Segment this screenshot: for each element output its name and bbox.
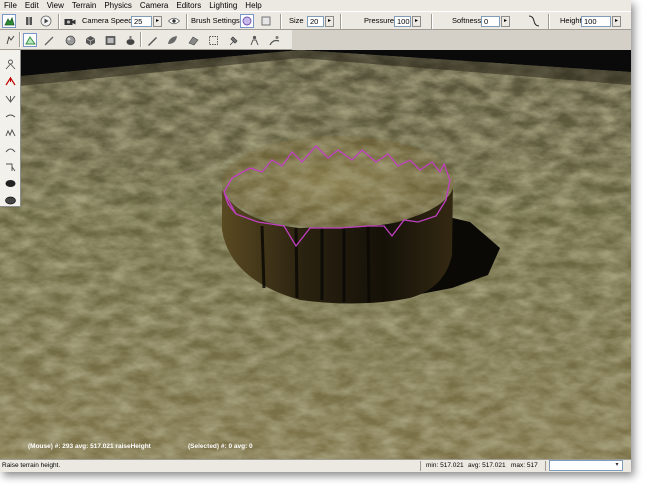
status-dropdown[interactable]: ▾ (549, 460, 623, 471)
shape-icon[interactable] (145, 33, 159, 47)
character-icon[interactable] (247, 33, 261, 47)
height-input[interactable]: 100 (581, 16, 611, 27)
world-editor-window: File Edit View Terrain Physics Camera Ed… (0, 0, 631, 472)
toolbar-separator (186, 14, 188, 29)
tools-toolbar (0, 30, 292, 50)
menu-help[interactable]: Help (241, 0, 265, 11)
paint-brush-icon[interactable] (42, 33, 56, 47)
pressure-label: Pressure (364, 16, 395, 25)
raise-height-icon[interactable] (3, 74, 17, 88)
menu-terrain[interactable]: Terrain (68, 0, 100, 11)
toolbar-separator (58, 14, 60, 29)
height-spin-button[interactable]: ▸ (612, 16, 621, 27)
softness-label: Softness (452, 16, 482, 25)
menu-view[interactable]: View (43, 0, 68, 11)
play-icon[interactable] (39, 14, 53, 28)
terrain-editor-icon[interactable] (23, 33, 37, 47)
pressure-input[interactable]: 100 (394, 16, 411, 27)
status-divider (545, 461, 546, 471)
status-divider (420, 461, 421, 471)
grab-icon[interactable] (3, 57, 17, 71)
camera-speed-label: Camera Speed (82, 16, 133, 25)
circle-brush-icon[interactable] (240, 14, 254, 28)
eye-icon[interactable] (167, 14, 181, 28)
sphere-icon[interactable] (63, 33, 77, 47)
pause-icon[interactable] (22, 14, 36, 28)
terrain-tool-palette (0, 50, 21, 207)
cube-icon[interactable] (83, 33, 97, 47)
noise-icon[interactable] (3, 125, 17, 139)
toolbar-separator (340, 14, 342, 29)
status-min: min: 517.021 (426, 462, 464, 469)
softness-spin-button[interactable]: ▸ (501, 16, 510, 27)
brush-settings-label: Brush Settings (191, 16, 240, 25)
status-bar: Raise terrain height. min: 517.021 avg: … (0, 459, 631, 472)
leaf-icon[interactable] (165, 33, 179, 47)
camera-speed-input[interactable]: 25 (131, 16, 152, 27)
menu-editors[interactable]: Editors (172, 0, 205, 11)
softness-input[interactable]: 0 (481, 16, 500, 27)
set-height-icon[interactable] (3, 159, 17, 173)
pressure-spin-button[interactable]: ▸ (412, 16, 421, 27)
toolbar-separator (280, 14, 282, 29)
camera-icon (63, 14, 77, 28)
menu-lighting[interactable]: Lighting (205, 0, 241, 11)
select-box-icon[interactable] (206, 33, 220, 47)
material-icon[interactable] (186, 33, 200, 47)
lower-height-icon[interactable] (3, 91, 17, 105)
image-icon[interactable] (103, 33, 117, 47)
menu-file[interactable]: File (0, 0, 21, 11)
road-icon[interactable] (267, 33, 281, 47)
size-spin-button[interactable]: ▸ (325, 16, 334, 27)
mesh-icon[interactable] (123, 33, 137, 47)
main-toolbar: Camera Speed 25 ▸ Brush Settings Size 20… (0, 11, 631, 30)
status-max: max: 517 (511, 462, 538, 469)
toolbar-separator (548, 14, 550, 29)
tool-icon[interactable] (226, 33, 240, 47)
status-message: Raise terrain height. (2, 462, 61, 469)
fill-hole-icon[interactable] (3, 176, 17, 190)
size-input[interactable]: 20 (307, 16, 324, 27)
toolbar-separator (140, 32, 142, 47)
terrain-scene[interactable] (0, 50, 631, 459)
flatten-icon[interactable] (3, 142, 17, 156)
menu-bar: File Edit View Terrain Physics Camera Ed… (0, 0, 631, 11)
menu-physics[interactable]: Physics (100, 0, 136, 11)
mouse-info-text: (Mouse) #: 293 avg: 517.021 raiseHeight (28, 443, 151, 450)
selected-info-text: (Selected) #: 0 avg: 0 (188, 443, 253, 450)
height-label: Height (560, 16, 582, 25)
toolbar-separator (431, 14, 433, 29)
toolbar-separator (19, 32, 21, 47)
clear-icon[interactable] (3, 193, 17, 207)
smooth-icon[interactable] (3, 108, 17, 122)
terrain-editor-icon[interactable] (2, 14, 16, 28)
menu-camera[interactable]: Camera (136, 0, 172, 11)
square-brush-icon[interactable] (259, 14, 273, 28)
camera-speed-spin-button[interactable]: ▸ (153, 16, 162, 27)
menu-edit[interactable]: Edit (21, 0, 43, 11)
status-avg: avg: 517.021 (468, 462, 506, 469)
scene-viewport[interactable] (0, 50, 631, 459)
softness-curve-icon[interactable] (527, 14, 541, 28)
chevron-down-icon[interactable]: ▾ (612, 461, 622, 470)
size-label: Size (289, 16, 304, 25)
hand-tool-icon[interactable] (3, 33, 17, 47)
